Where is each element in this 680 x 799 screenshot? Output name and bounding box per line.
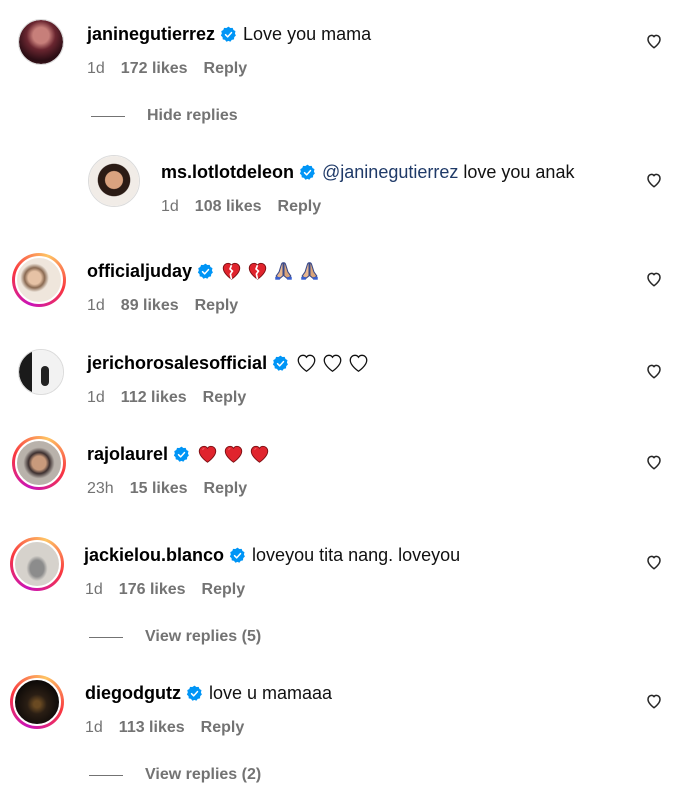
comment-text: Love you mama: [243, 24, 372, 44]
verified-badge-icon: [229, 547, 246, 564]
red-heart-icon: [248, 443, 271, 465]
heart-outline-icon[interactable]: [645, 553, 663, 571]
comment-username[interactable]: diegodgutz: [85, 682, 181, 704]
comment-likes[interactable]: 89 likes: [121, 296, 179, 316]
comment-text: love u mamaaa: [208, 683, 333, 703]
heart-outline-icon[interactable]: [645, 32, 663, 50]
comment-likes[interactable]: 172 likes: [121, 59, 188, 79]
comment-username[interactable]: rajolaurel: [87, 443, 168, 465]
reply-button[interactable]: Reply: [203, 388, 247, 408]
comment-likes[interactable]: 112 likes: [121, 388, 187, 408]
comment-time[interactable]: 23h: [87, 479, 114, 499]
comment-username[interactable]: ms.lotlotdeleon: [161, 161, 294, 183]
avatar[interactable]: [10, 537, 64, 591]
emoji-text: [220, 260, 321, 282]
comment-likes[interactable]: 15 likes: [130, 479, 188, 499]
broken-heart-icon: [220, 260, 243, 282]
view-replies-label: View replies (5): [145, 628, 262, 645]
red-heart-icon: [222, 443, 245, 465]
avatar[interactable]: [18, 349, 64, 395]
verified-badge-icon: [220, 26, 237, 43]
comment-username[interactable]: jackielou.blanco: [84, 544, 224, 566]
folded-hands-icon: [272, 260, 295, 282]
comment-username[interactable]: jerichorosalesofficial: [87, 352, 267, 374]
avatar[interactable]: [18, 19, 64, 65]
avatar[interactable]: [88, 155, 140, 207]
comment-time[interactable]: 1d: [87, 388, 105, 408]
heart-outline-icon[interactable]: [645, 692, 663, 710]
view-replies-button[interactable]: View replies (2): [89, 766, 261, 784]
verified-badge-icon: [272, 355, 289, 372]
red-heart-icon: [196, 443, 219, 465]
comment-time[interactable]: 1d: [161, 197, 179, 217]
reply-button[interactable]: Reply: [204, 59, 248, 79]
white-heart-icon: [295, 352, 318, 374]
verified-badge-icon: [173, 446, 190, 463]
heart-outline-icon[interactable]: [645, 270, 663, 288]
verified-badge-icon: [186, 685, 203, 702]
reply-button[interactable]: Reply: [204, 479, 248, 499]
white-heart-icon: [347, 352, 370, 374]
reply-button[interactable]: Reply: [202, 580, 246, 600]
heart-outline-icon[interactable]: [645, 453, 663, 471]
divider: [91, 115, 125, 117]
comment-time[interactable]: 1d: [87, 59, 105, 79]
avatar[interactable]: [12, 253, 66, 307]
divider: [89, 774, 123, 776]
heart-outline-icon[interactable]: [645, 362, 663, 380]
mention-link[interactable]: @janinegutierrez: [322, 161, 458, 183]
comment-likes[interactable]: 113 likes: [119, 718, 185, 738]
emoji-text: [295, 352, 370, 374]
comment-username[interactable]: janinegutierrez: [87, 23, 215, 45]
view-replies-button[interactable]: View replies (5): [89, 628, 261, 646]
emoji-text: [196, 443, 271, 465]
comment-likes[interactable]: 108 likes: [195, 197, 262, 217]
comment-text: loveyou tita nang. loveyou: [252, 545, 461, 565]
verified-badge-icon: [197, 263, 214, 280]
white-heart-icon: [321, 352, 344, 374]
avatar[interactable]: [10, 675, 64, 729]
broken-heart-icon: [246, 260, 269, 282]
comment-time[interactable]: 1d: [85, 580, 103, 600]
comment-username[interactable]: officialjuday: [87, 260, 192, 282]
view-replies-label: View replies (2): [145, 766, 262, 783]
comment-likes[interactable]: 176 likes: [119, 580, 186, 600]
avatar[interactable]: [12, 436, 66, 490]
hide-replies-button[interactable]: Hide replies: [91, 107, 238, 125]
comment-time[interactable]: 1d: [85, 718, 103, 738]
heart-outline-icon[interactable]: [645, 171, 663, 189]
reply-button[interactable]: Reply: [278, 197, 322, 217]
hide-replies-label: Hide replies: [147, 107, 238, 124]
reply-button[interactable]: Reply: [201, 718, 245, 738]
divider: [89, 636, 123, 638]
folded-hands-icon: [298, 260, 321, 282]
comment-text: love you anak: [463, 162, 575, 182]
comment-time[interactable]: 1d: [87, 296, 105, 316]
reply-button[interactable]: Reply: [195, 296, 239, 316]
verified-badge-icon: [299, 164, 316, 181]
